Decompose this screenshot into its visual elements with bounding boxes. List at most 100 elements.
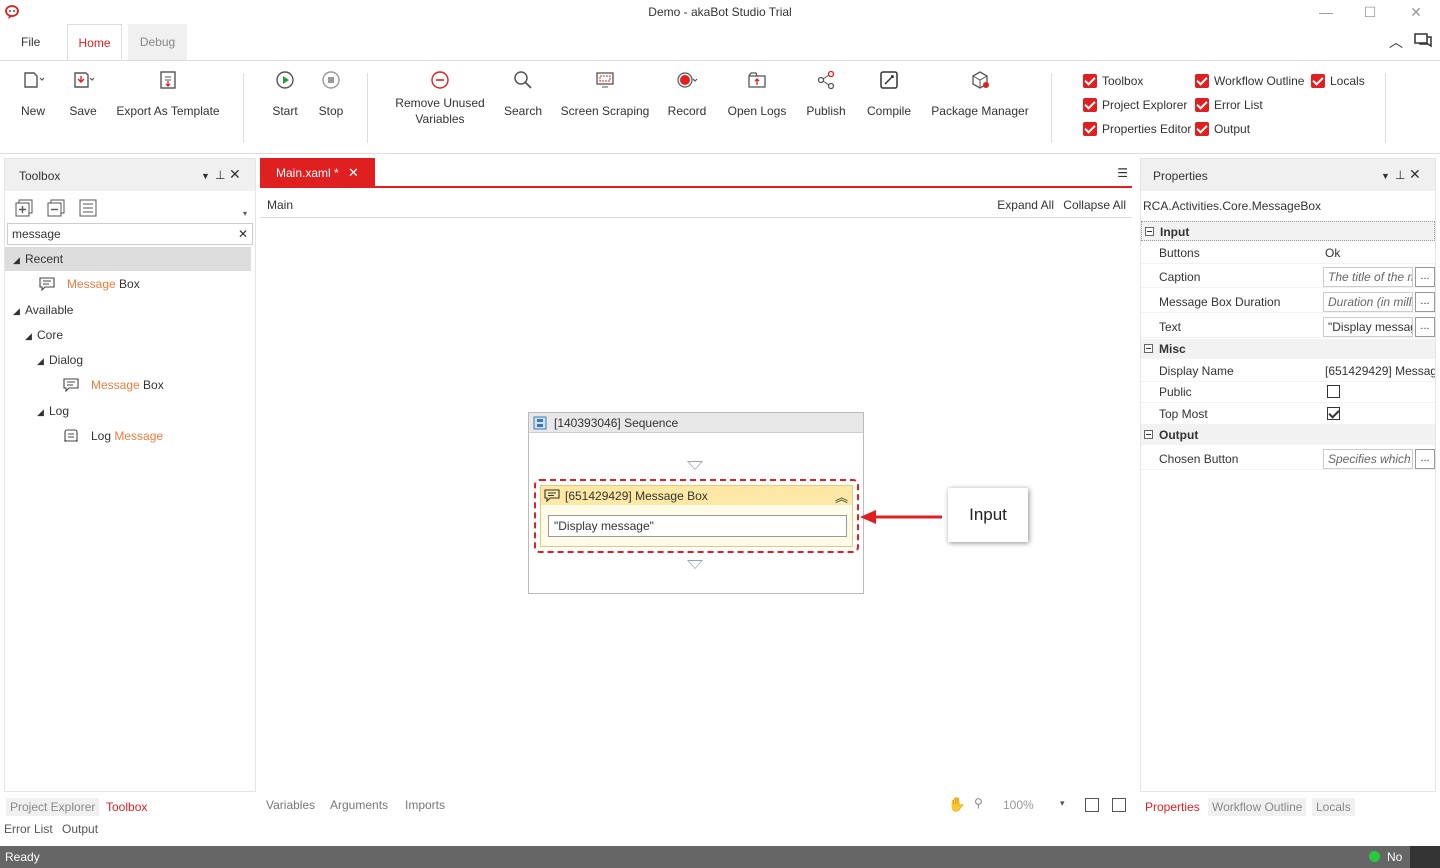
collapse-all-link[interactable]: Collapse All — [1063, 198, 1126, 212]
zoom-dropdown-icon[interactable]: ▾ — [1060, 798, 1065, 809]
caption-expression-button[interactable]: ... — [1415, 267, 1435, 287]
ribbon-separator — [367, 73, 368, 143]
maximize-button[interactable]: ☐ — [1356, 2, 1384, 22]
tree-node-dialog[interactable]: ◢ Dialog — [5, 348, 251, 372]
collapse-ribbon-icon[interactable]: ︿ — [1389, 32, 1403, 52]
tree-node-core[interactable]: ◢ Core — [5, 323, 251, 347]
tab-workflow-outline[interactable]: Workflow Outline — [1208, 798, 1307, 816]
toolbox-search-field[interactable]: ✕ — [7, 223, 253, 245]
zoom-icon[interactable]: ⚲ — [974, 796, 983, 810]
tab-home[interactable]: Home — [67, 24, 122, 61]
open-logs-button[interactable]: Open Logs — [726, 69, 788, 119]
start-button[interactable]: Start — [270, 69, 300, 119]
document-menu-icon[interactable]: ☰ — [1117, 166, 1128, 180]
display-name-value[interactable]: [651429429] Message Box — [1325, 360, 1435, 382]
tab-toolbox[interactable]: Toolbox — [102, 798, 152, 816]
toggle-project-explorer-checkbox[interactable]: Project Explorer — [1083, 97, 1187, 113]
tab-error-list[interactable]: Error List — [0, 820, 57, 838]
close-tab-icon[interactable]: ✕ — [348, 158, 359, 188]
buttons-value[interactable]: Ok — [1325, 242, 1435, 264]
remove-unused-variables-button[interactable]: Remove Unused Variables — [394, 69, 486, 127]
toggle-error-list-checkbox[interactable]: Error List — [1195, 97, 1263, 113]
fit-to-screen-icon[interactable] — [1085, 798, 1099, 812]
drop-target-arrow-icon[interactable] — [687, 461, 703, 470]
close-window-button[interactable]: ✕ — [1402, 2, 1430, 22]
category-input[interactable]: Input — [1141, 221, 1435, 241]
panel-title: Toolbox — [19, 169, 61, 183]
overview-icon[interactable] — [1112, 798, 1126, 812]
new-button[interactable]: New — [18, 69, 48, 119]
compile-button[interactable]: Compile — [864, 69, 914, 119]
tree-node-recent[interactable]: ◢ Recent — [5, 247, 251, 271]
tree-node-available[interactable]: ◢ Available — [5, 298, 251, 322]
publish-button[interactable]: Publish — [804, 69, 848, 119]
chat-icon[interactable] — [1414, 32, 1432, 48]
stop-button[interactable]: Stop — [316, 69, 346, 119]
notification-icon[interactable] — [1410, 846, 1440, 868]
caption-input[interactable]: The title of the message box — [1323, 267, 1413, 287]
collapse-category-icon[interactable] — [1144, 430, 1153, 439]
tab-main-xaml[interactable]: Main.xaml * ✕ — [260, 158, 375, 188]
arguments-tab[interactable]: Arguments — [330, 798, 388, 812]
panel-dropdown-icon[interactable]: ▼ — [1381, 171, 1390, 181]
tree-item-dialog-message-box[interactable]: Message Box — [5, 373, 251, 397]
collapse-category-icon[interactable] — [1144, 344, 1153, 353]
breadcrumb[interactable]: Main — [267, 198, 293, 212]
duration-input[interactable]: Duration (in milliseconds) — [1323, 292, 1413, 312]
toolbox-header: Toolbox ▼ ⊥ ✕ — [5, 159, 255, 191]
toggle-output-checkbox[interactable]: Output — [1195, 121, 1250, 137]
list-view-icon[interactable] — [79, 199, 97, 217]
drop-target-arrow-icon[interactable] — [687, 560, 703, 569]
close-panel-icon[interactable]: ✕ — [1409, 166, 1421, 183]
screen-scraping-button[interactable]: Screen Scraping — [560, 69, 650, 119]
tab-output[interactable]: Output — [58, 820, 102, 838]
variables-tab[interactable]: Variables — [266, 798, 315, 812]
expand-all-link[interactable]: Expand All — [997, 198, 1054, 212]
toggle-workflow-outline-checkbox[interactable]: Workflow Outline — [1195, 73, 1304, 89]
pin-icon[interactable]: ⊥ — [1395, 168, 1405, 182]
minimize-button[interactable]: — — [1312, 2, 1340, 22]
public-checkbox[interactable] — [1327, 385, 1340, 398]
zoom-level[interactable]: 100% — [1003, 798, 1034, 812]
collapse-all-icon[interactable] — [47, 199, 65, 217]
message-text-input[interactable]: "Display message" — [548, 515, 847, 537]
export-template-button[interactable]: Export As Template — [116, 69, 220, 119]
search-button[interactable]: Search — [502, 69, 544, 119]
imports-tab[interactable]: Imports — [405, 798, 445, 812]
toggle-properties-editor-checkbox[interactable]: Properties Editor — [1083, 121, 1191, 137]
text-input[interactable]: "Display message" — [1323, 317, 1413, 337]
sequence-activity[interactable]: [140393046] Sequence [651429429] Message… — [528, 412, 864, 594]
toolbar-overflow-icon[interactable]: ▾ — [243, 209, 247, 218]
category-output[interactable]: Output — [1141, 425, 1435, 445]
toolbox-search-input[interactable] — [8, 224, 228, 244]
toggle-locals-checkbox[interactable]: Locals — [1311, 73, 1365, 89]
category-misc[interactable]: Misc — [1141, 339, 1435, 359]
tree-item-log-message[interactable]: Log Message — [5, 424, 251, 448]
clear-search-icon[interactable]: ✕ — [238, 227, 248, 241]
message-box-activity[interactable]: [651429429] Message Box ︽ "Display messa… — [540, 485, 853, 547]
tab-debug[interactable]: Debug — [128, 24, 187, 60]
record-button[interactable]: Record — [666, 69, 708, 119]
tab-locals[interactable]: Locals — [1312, 798, 1355, 816]
duration-expression-button[interactable]: ... — [1415, 292, 1435, 312]
collapse-category-icon[interactable] — [1145, 227, 1154, 236]
tree-node-log[interactable]: ◢ Log — [5, 399, 251, 423]
close-panel-icon[interactable]: ✕ — [229, 166, 241, 183]
tab-file[interactable]: File — [9, 24, 52, 60]
package-manager-button[interactable]: Package Manager — [930, 69, 1030, 119]
pin-icon[interactable]: ⊥ — [215, 168, 225, 182]
play-icon — [276, 71, 294, 89]
chosen-button-input[interactable]: Specifies which button was pressed — [1323, 449, 1413, 469]
tree-item-recent-message-box[interactable]: Message Box — [5, 272, 251, 296]
pan-hand-icon[interactable]: ✋ — [948, 796, 965, 813]
chosen-button-expression-button[interactable]: ... — [1415, 449, 1435, 469]
text-expression-button[interactable]: ... — [1415, 317, 1435, 337]
panel-dropdown-icon[interactable]: ▼ — [201, 171, 210, 181]
top-most-checkbox[interactable] — [1327, 407, 1340, 420]
save-button[interactable]: Save — [66, 69, 100, 119]
tab-properties[interactable]: Properties — [1141, 798, 1204, 816]
tab-project-explorer[interactable]: Project Explorer — [6, 798, 100, 816]
collapse-activity-icon[interactable]: ︽ — [835, 487, 848, 506]
toggle-toolbox-checkbox[interactable]: Toolbox — [1083, 73, 1143, 89]
expand-all-icon[interactable] — [15, 199, 33, 217]
